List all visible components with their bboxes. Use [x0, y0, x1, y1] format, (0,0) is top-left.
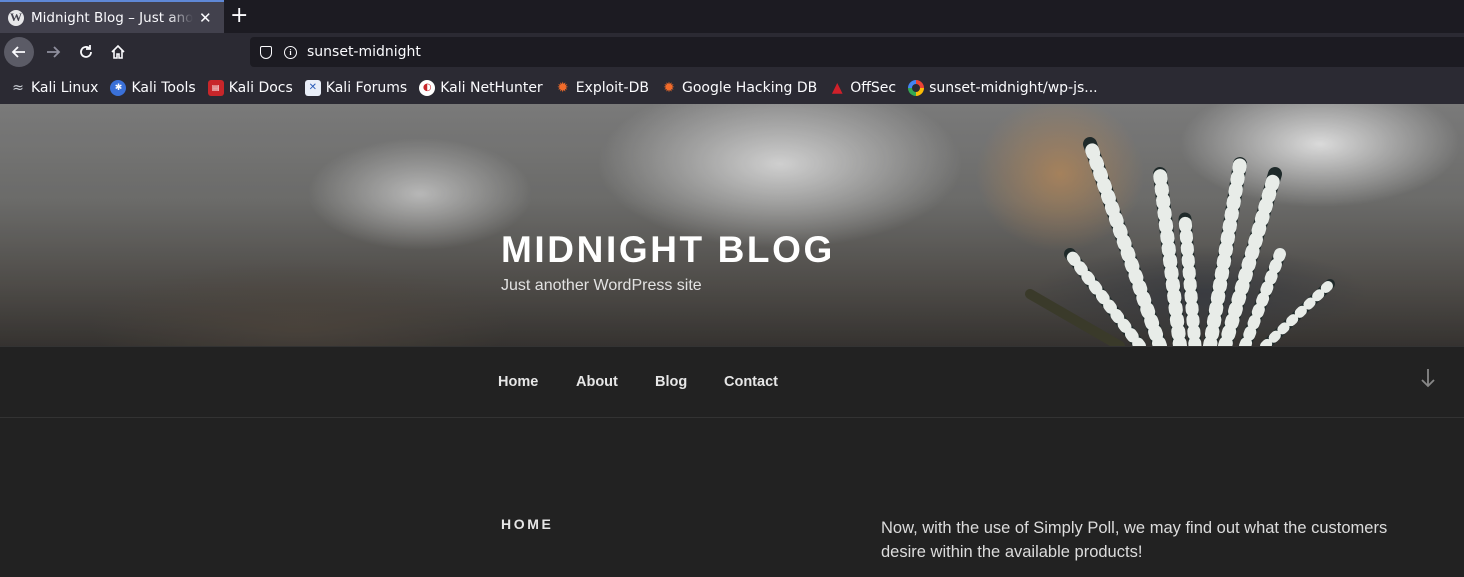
menu-item-home[interactable]: Home [498, 374, 538, 390]
forward-arrow-icon [47, 46, 61, 58]
kali-docs-icon: ▤ [207, 79, 224, 96]
active-tab[interactable]: W Midnight Blog – Just another WordPress… [0, 0, 224, 33]
bookmark-label: Google Hacking DB [681, 79, 818, 96]
kali-dragon-icon: ≈ [12, 79, 24, 96]
google-icon [908, 79, 925, 96]
bookmark-offsec[interactable]: ▲ OffSec [829, 80, 896, 96]
site-title[interactable]: MIDNIGHT BLOG [501, 229, 835, 271]
site-tagline: Just another WordPress site [501, 277, 702, 294]
wordpress-favicon-icon: W [8, 9, 24, 26]
bookmark-label: Kali Docs [228, 79, 293, 96]
bookmark-kali-forums[interactable]: ✕ Kali Forums [304, 79, 408, 96]
navigation-toolbar: i sunset-midnight [0, 33, 1464, 71]
scroll-down-arrow-icon[interactable] [1420, 367, 1436, 395]
bookmark-google-hacking-db[interactable]: ✹ Google Hacking DB [661, 80, 817, 96]
reload-button[interactable] [71, 37, 101, 67]
bookmark-label: Kali Forums [325, 79, 408, 96]
bookmark-exploit-db[interactable]: ✹ Exploit-DB [555, 80, 649, 96]
address-bar[interactable]: i sunset-midnight [250, 37, 1464, 67]
tab-close-icon[interactable]: ✕ [199, 9, 212, 27]
kali-nethunter-icon: ◐ [419, 79, 436, 96]
bookmark-label: Kali Tools [131, 79, 196, 96]
back-button[interactable] [4, 37, 34, 67]
tracking-protection-shield-icon[interactable] [260, 45, 272, 59]
succulent-plant-image [1025, 137, 1335, 346]
offsec-icon: ▲ [831, 79, 843, 96]
bookmark-label: Kali NetHunter [440, 79, 543, 96]
bookmark-kali-docs[interactable]: ▤ Kali Docs [207, 79, 293, 96]
header-image: MIDNIGHT BLOG Just another WordPress sit… [0, 104, 1464, 346]
back-arrow-icon [11, 46, 25, 58]
bookmark-sunset-midnight-wp-json[interactable]: sunset-midnight/wp-js... [908, 79, 1098, 96]
tab-strip: W Midnight Blog – Just another WordPress… [0, 0, 1464, 33]
tab-title: Midnight Blog – Just another WordPress s… [31, 9, 193, 26]
bookmarks-toolbar: ≈ Kali Linux ✱ Kali Tools ▤ Kali Docs ✕ … [0, 71, 1464, 104]
new-tab-button[interactable]: + [230, 3, 248, 29]
page-content-text: Now, with the use of Simply Poll, we may… [881, 519, 1388, 561]
url-text[interactable]: sunset-midnight [307, 44, 421, 60]
ghdb-icon: ✹ [663, 79, 675, 96]
menu-item-blog[interactable]: Blog [655, 374, 687, 390]
bookmark-label: Kali Linux [31, 79, 99, 96]
bookmark-label: Exploit-DB [575, 79, 649, 96]
kali-tools-icon: ✱ [110, 79, 127, 96]
reload-icon [80, 45, 92, 58]
web-page: MIDNIGHT BLOG Just another WordPress sit… [0, 104, 1464, 577]
home-icon [111, 44, 125, 59]
bookmark-label: OffSec [850, 79, 897, 96]
home-button[interactable] [103, 37, 133, 67]
primary-menu: Home About Blog Contact [0, 346, 1464, 418]
bookmark-label: sunset-midnight/wp-js... [929, 79, 1098, 96]
exploit-db-icon: ✹ [556, 79, 569, 96]
menu-item-contact[interactable]: Contact [724, 374, 778, 390]
menu-item-about[interactable]: About [576, 374, 618, 390]
kali-forums-icon: ✕ [304, 79, 321, 96]
page-heading: HOME [501, 516, 554, 532]
bookmark-kali-linux[interactable]: ≈ Kali Linux [10, 80, 98, 96]
site-info-icon[interactable]: i [284, 45, 297, 59]
bookmark-kali-nethunter[interactable]: ◐ Kali NetHunter [419, 79, 543, 96]
forward-button[interactable] [38, 37, 68, 67]
bookmark-kali-tools[interactable]: ✱ Kali Tools [110, 79, 196, 96]
